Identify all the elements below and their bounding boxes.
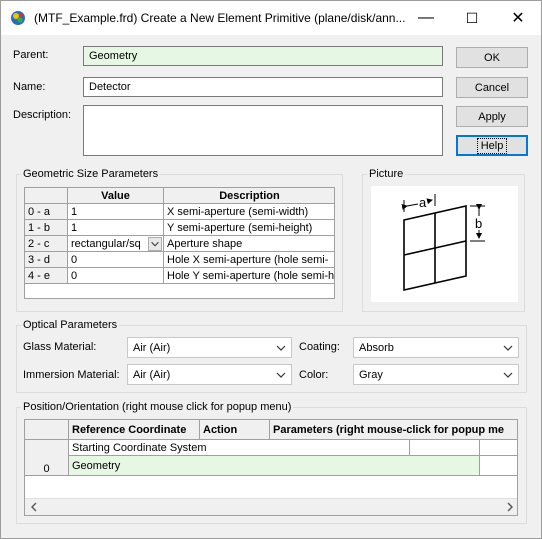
description-cell: X semi-aperture (semi-width) [163,203,334,220]
value-cell[interactable]: 1 [67,219,164,236]
starting-coordinate-system: Starting Coordinate System [68,439,270,456]
aperture-diagram: a b [401,194,485,292]
scroll-left-icon[interactable] [29,502,39,512]
description-cell: Hole Y semi-aperture (hole semi-h [163,267,334,284]
optical-group-title: Optical Parameters [21,319,120,331]
ok-button[interactable]: OK [456,47,528,68]
row-id: 1 - b [25,219,68,236]
row-index: 0 [25,455,69,476]
geometry-reference-cell[interactable]: Geometry [68,455,480,476]
geometric-table: Value Description 0 - a 1 X semi-apertur… [25,188,334,284]
dialog-window: (MTF_Example.frd) Create a New Element P… [0,0,542,539]
dropdown-arrow-icon[interactable] [148,237,162,251]
chevron-down-icon [276,372,286,378]
position-header-row: Reference Coordinate Action Parameters (… [25,420,517,440]
table-row[interactable]: 3 - d 0 Hole X semi-aperture (hole semi- [25,251,334,268]
name-field[interactable]: Detector [83,77,443,97]
value-cell[interactable]: 0 [67,251,164,268]
empty-cell [479,439,517,456]
scroll-right-icon[interactable] [505,502,515,512]
table-row[interactable]: 0 - a 1 X semi-aperture (semi-width) [25,203,334,220]
title-bar[interactable]: (MTF_Example.frd) Create a New Element P… [1,1,541,35]
table-row[interactable]: 4 - e 0 Hole Y semi-aperture (hole semi-… [25,267,334,284]
name-label: Name: [13,81,46,93]
coating-select[interactable]: Absorb [353,337,519,358]
parent-label: Parent: [13,49,49,61]
chevron-down-icon [503,345,513,351]
description-cell: Y semi-aperture (semi-height) [163,219,334,236]
app-icon [11,11,25,25]
color-select[interactable]: Gray [353,364,519,385]
description-cell: Aperture shape [163,235,334,252]
glass-material-select[interactable]: Air (Air) [127,337,292,358]
header-corner [25,188,68,204]
row-id: 0 - a [25,203,68,220]
parent-field[interactable]: Geometry [83,46,443,66]
coating-label: Coating: [299,341,340,353]
description-label: Description: [13,109,72,121]
geometric-group-title: Geometric Size Parameters [21,168,161,180]
position-table: Reference Coordinate Action Parameters (… [25,420,517,476]
table-row[interactable]: Starting Coordinate System [25,439,517,456]
label-b: b [475,216,482,231]
value-cell-text: rectangular/sq [71,237,141,250]
header-reference-coordinate[interactable]: Reference Coordinate [68,420,200,440]
color-label: Color: [299,369,329,381]
header-action[interactable]: Action [199,420,270,440]
empty-cell [269,439,410,456]
header-corner [25,420,69,440]
table-row[interactable]: 2 - c rectangular/sq Aperture shape [25,235,334,252]
apply-button[interactable]: Apply [456,106,528,127]
cancel-button[interactable]: Cancel [456,77,528,98]
chevron-down-icon [503,372,513,378]
cancel-button-label: Cancel [474,81,510,94]
header-value[interactable]: Value [67,188,164,204]
header-parameters[interactable]: Parameters (right mouse-click for popup … [269,420,517,440]
glass-material-label: Glass Material: [23,341,97,353]
ok-button-label: OK [484,51,500,64]
description-field[interactable] [83,105,443,156]
window-title: (MTF_Example.frd) Create a New Element P… [34,11,406,25]
table-row[interactable]: 1 - b 1 Y semi-aperture (semi-height) [25,219,334,236]
geometric-header-row: Value Description [25,188,334,204]
value-cell[interactable]: 0 [67,267,164,284]
immersion-material-select[interactable]: Air (Air) [127,364,292,385]
color-value: Gray [359,369,383,381]
table-row[interactable]: 0 Geometry [25,455,517,476]
coating-value: Absorb [359,342,394,354]
picture-group-title: Picture [367,168,406,180]
row-header-blank [25,439,69,456]
glass-material-value: Air (Air) [133,342,171,354]
geometric-grid[interactable]: Value Description 0 - a 1 X semi-apertur… [24,187,335,299]
chevron-down-icon [276,345,286,351]
description-cell: Hole X semi-aperture (hole semi- [163,251,334,268]
position-group-title: Position/Orientation (right mouse click … [21,401,294,413]
row-id: 2 - c [25,235,68,252]
horizontal-scrollbar[interactable] [25,498,517,515]
close-icon[interactable]: ✕ [495,1,541,35]
help-button[interactable]: Help [456,135,528,156]
minimize-icon[interactable]: — [403,1,449,35]
apply-button-label: Apply [478,110,506,123]
value-cell[interactable]: 1 [67,203,164,220]
label-a: a [419,195,427,210]
empty-cell [409,439,480,456]
maximize-icon[interactable]: ☐ [449,1,495,35]
row-id: 4 - e [25,267,68,284]
empty-cell [479,455,517,476]
position-grid[interactable]: Reference Coordinate Action Parameters (… [24,419,518,516]
help-button-label: Help [476,137,508,154]
aperture-picture: a b [371,186,518,302]
immersion-material-value: Air (Air) [133,369,171,381]
value-cell-dropdown[interactable]: rectangular/sq [67,235,164,252]
immersion-material-label: Immersion Material: [23,369,120,381]
header-description[interactable]: Description [163,188,334,204]
row-id: 3 - d [25,251,68,268]
